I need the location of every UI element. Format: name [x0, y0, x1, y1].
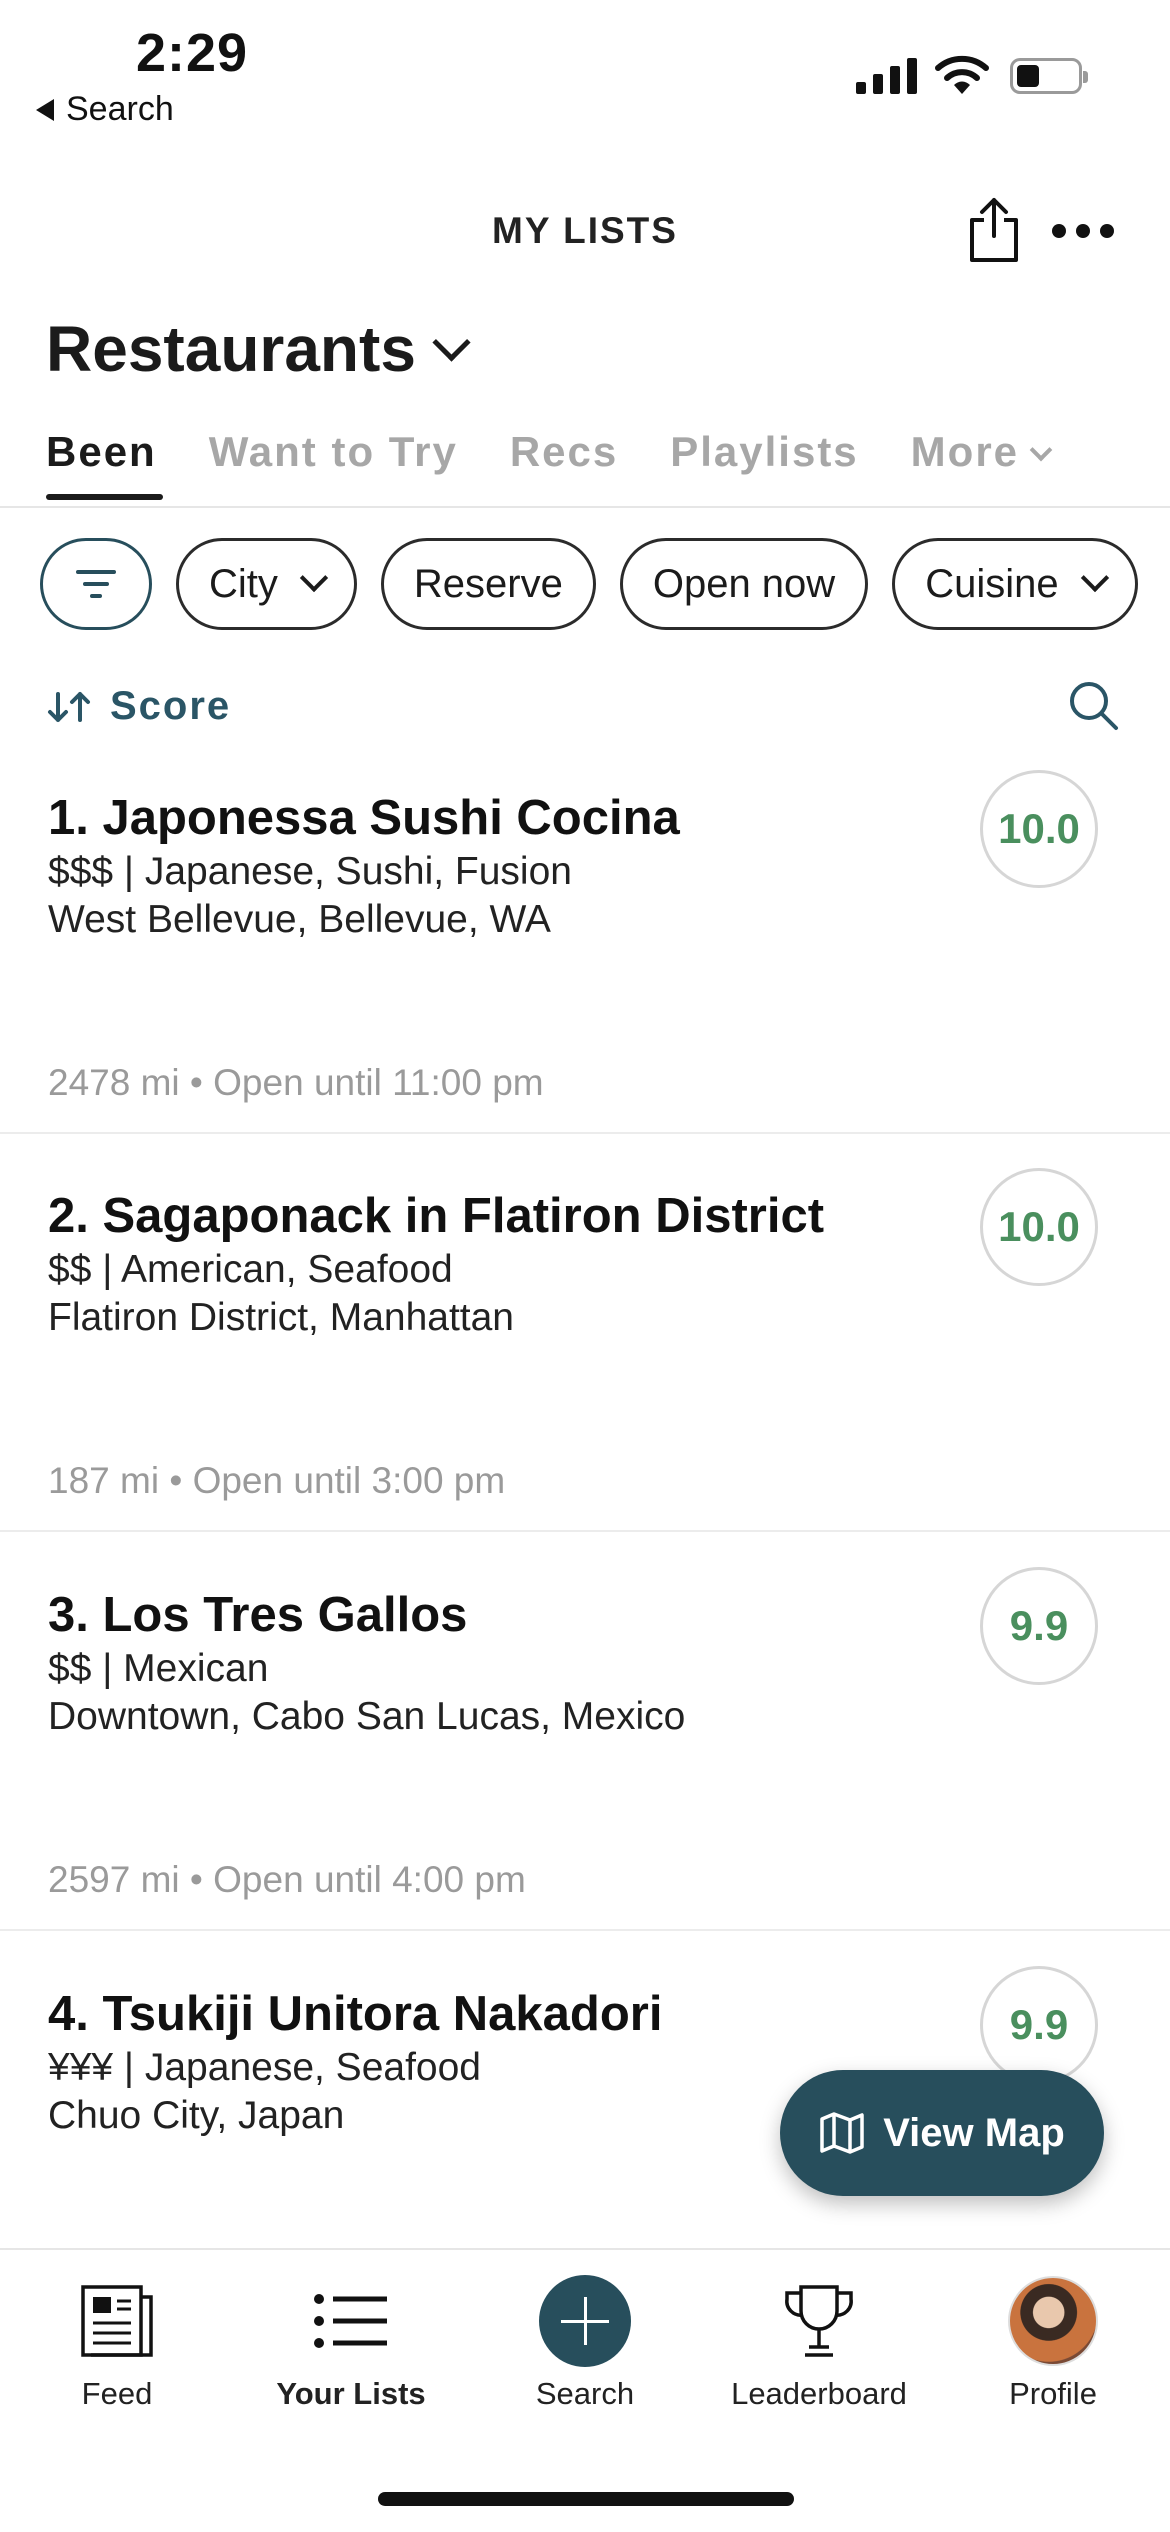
trophy-icon [785, 2285, 853, 2357]
bottom-nav: Feed Your Lists Search Leaderboard Profi… [0, 2275, 1170, 2412]
tab-want-to-try[interactable]: Want to Try [209, 428, 458, 500]
restaurant-meta: ¥¥¥ | Japanese, Seafood [48, 2046, 481, 2089]
map-icon [820, 2112, 864, 2154]
restaurant-location: Flatiron District, Manhattan [48, 1296, 515, 1339]
nav-feed[interactable]: Feed [0, 2276, 234, 2412]
restaurant-location: Chuo City, Japan [48, 2094, 345, 2137]
nav-your-lists[interactable]: Your Lists [234, 2276, 468, 2412]
wifi-icon [934, 52, 990, 101]
chip-city[interactable]: City [176, 538, 357, 630]
list-item[interactable]: 1. Japonessa Sushi Cocina $$$ | Japanese… [0, 770, 1170, 1134]
score-badge: 10.0 [980, 770, 1098, 888]
tab-playlists[interactable]: Playlists [670, 428, 858, 500]
filter-chips: City Reserve Open now Cuisine [40, 538, 1138, 630]
cellular-signal-icon [856, 58, 917, 94]
newspaper-icon [81, 2285, 153, 2357]
restaurant-location: Downtown, Cabo San Lucas, Mexico [48, 1695, 686, 1738]
nav-search[interactable]: Search [468, 2275, 702, 2412]
restaurant-location: West Bellevue, Bellevue, WA [48, 898, 551, 941]
tab-been[interactable]: Been [46, 428, 163, 500]
plus-icon [539, 2275, 631, 2367]
list-title: Restaurants [46, 313, 416, 385]
list-selector[interactable]: Restaurants [46, 312, 471, 386]
back-arrow-icon [36, 98, 54, 121]
score-badge: 9.9 [980, 1567, 1098, 1685]
restaurant-meta: $$ | Mexican [48, 1647, 269, 1690]
restaurant-distance: 187 mi • Open until 3:00 pm [48, 1460, 506, 1501]
share-icon[interactable] [966, 196, 1022, 269]
sort-arrows-icon [48, 691, 90, 722]
restaurant-meta: $$$ | Japanese, Sushi, Fusion [48, 850, 572, 893]
restaurant-name: 3. Los Tres Gallos [48, 1588, 468, 1642]
score-badge: 9.9 [980, 1966, 1098, 2084]
more-options-icon[interactable] [1052, 224, 1114, 238]
score-badge: 10.0 [980, 1168, 1098, 1286]
back-to-search-button[interactable]: Search [36, 90, 174, 129]
tab-more[interactable]: More [911, 428, 1053, 500]
sort-button[interactable]: Score [46, 684, 231, 729]
restaurant-name: 1. Japonessa Sushi Cocina [48, 791, 680, 845]
chevron-down-icon [432, 322, 471, 362]
chevron-down-icon [299, 563, 329, 593]
restaurant-distance: 2597 mi • Open until 4:00 pm [48, 1859, 526, 1900]
view-map-button[interactable]: View Map [780, 2070, 1104, 2196]
restaurant-distance: 2478 mi • Open until 11:00 pm [48, 1062, 544, 1103]
back-label: Search [66, 90, 174, 128]
list-item[interactable]: 2. Sagaponack in Flatiron District $$ | … [0, 1168, 1170, 1532]
chip-cuisine[interactable]: Cuisine [892, 538, 1138, 630]
chip-open-now[interactable]: Open now [619, 538, 869, 630]
list-tabs: Been Want to Try Recs Playlists More [46, 428, 1053, 500]
nav-leaderboard[interactable]: Leaderboard [702, 2276, 936, 2412]
sort-label: Score [110, 684, 232, 728]
filter-button[interactable] [40, 538, 152, 630]
chip-reserve[interactable]: Reserve [380, 538, 596, 630]
restaurant-name: 2. Sagaponack in Flatiron District [48, 1189, 825, 1243]
home-indicator [378, 2492, 794, 2506]
nav-profile[interactable]: Profile [936, 2276, 1170, 2412]
restaurant-name: 4. Tsukiji Unitora Nakadori [48, 1987, 663, 2041]
tabs-divider [0, 506, 1170, 508]
restaurant-meta: $$ | American, Seafood [48, 1248, 453, 1291]
bottom-nav-divider [0, 2248, 1170, 2250]
filter-icon [76, 570, 116, 598]
tab-recs[interactable]: Recs [510, 428, 618, 500]
view-map-label: View Map [883, 2110, 1065, 2155]
status-time: 2:29 [136, 23, 249, 83]
chevron-down-icon [1029, 438, 1053, 462]
list-icon [314, 2294, 387, 2348]
avatar [1008, 2276, 1098, 2366]
chevron-down-icon [1080, 563, 1109, 593]
list-item[interactable]: 3. Los Tres Gallos $$ | Mexican Downtown… [0, 1567, 1170, 1931]
battery-icon [1010, 58, 1088, 94]
search-icon[interactable] [1066, 678, 1122, 739]
